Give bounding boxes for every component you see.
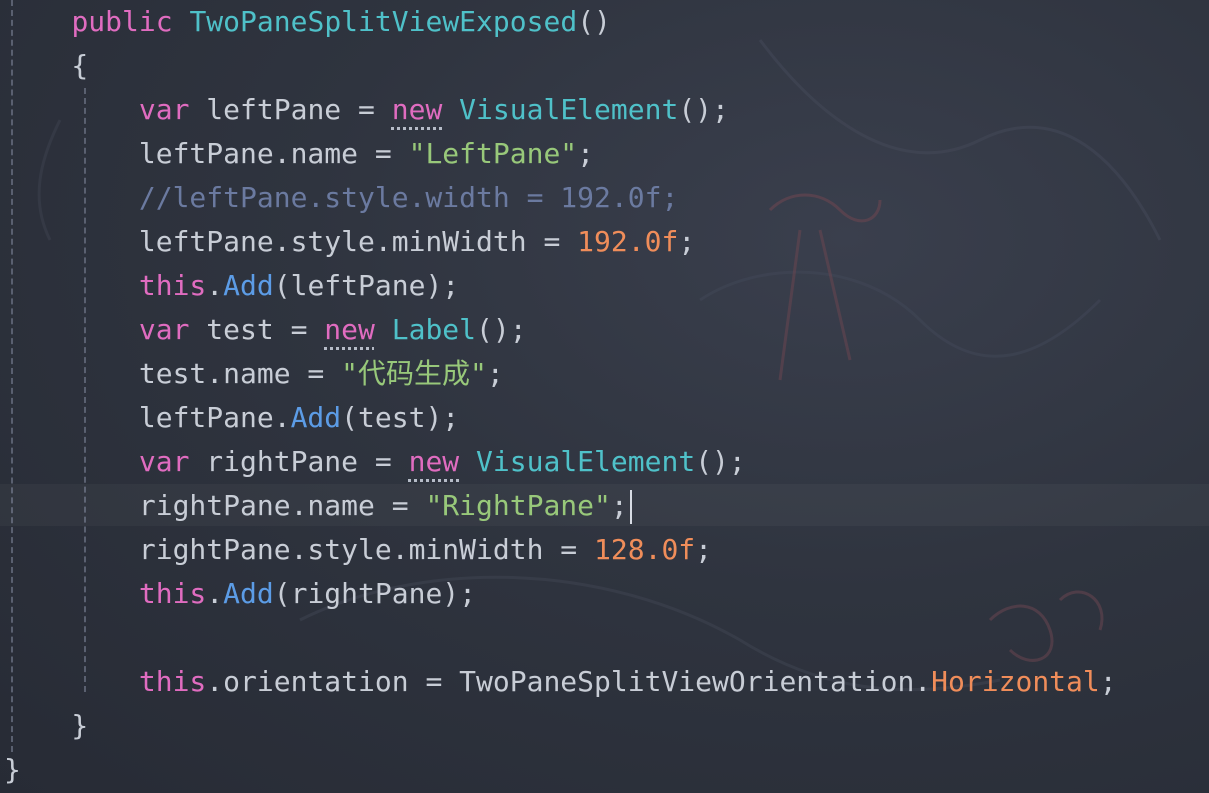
code-token: (rightPane); [273,577,477,610]
code-editor[interactable]: public TwoPaneSplitViewExposed() { var l… [0,0,1209,793]
code-comment: //leftPane.style.width = 192.0f; [4,181,679,214]
code-token: leftPane = [189,93,392,126]
code-token: public [71,5,173,38]
code-line[interactable]: leftPane.style.minWidth = 192.0f; [4,220,695,264]
code-token: ; [1099,665,1117,698]
code-token: leftPane.style.minWidth = [4,225,578,258]
code-token: 128.0f [594,533,696,566]
code-token: VisualElement [476,445,696,478]
code-token: rightPane.name = [4,489,426,522]
code-token: rightPane = [189,445,409,478]
code-token: test.name = [4,357,342,390]
code-token: VisualElement [459,93,679,126]
code-line[interactable]: var leftPane = new VisualElement(); [4,88,729,132]
text-caret [629,490,632,524]
code-token: test = [189,313,325,346]
code-line[interactable]: this.Add(rightPane); [4,572,476,616]
code-line[interactable]: rightPane.style.minWidth = 128.0f; [4,528,712,572]
code-token: this [138,269,207,302]
code-token: ; [486,357,504,390]
code-token: rightPane.style.minWidth = [4,533,595,566]
code-line[interactable]: this.orientation = TwoPaneSplitViewOrien… [4,660,1117,704]
code-token: leftPane. [4,401,291,434]
code-line[interactable]: leftPane.Add(test); [4,396,459,440]
code-token: ; [695,533,713,566]
code-token: Horizontal [931,665,1100,698]
code-line[interactable]: var test = new Label(); [4,308,527,352]
code-token: } [4,709,89,742]
code-token: . [206,577,224,610]
code-token: (test); [341,401,460,434]
code-token: 192.0f [577,225,679,258]
code-line[interactable]: //leftPane.style.width = 192.0f; [4,176,678,220]
code-token: this [138,665,207,698]
code-token: .orientation = TwoPaneSplitViewOrientati… [206,665,932,698]
code-token: { [4,49,89,82]
code-line[interactable]: rightPane.name = "RightPane"; [4,484,632,528]
code-token: (leftPane); [273,269,460,302]
code-token: "RightPane" [425,489,611,522]
code-token: var [138,445,190,478]
code-token: (); [476,313,527,346]
code-line[interactable]: { [4,44,88,88]
code-token: . [273,137,291,170]
code-line[interactable]: } [4,704,88,748]
code-token: var [138,313,190,346]
code-token: } [4,753,21,786]
code-line[interactable]: this.Add(leftPane); [4,264,459,308]
code-token: (); [678,93,729,126]
code-token: Label [391,313,477,346]
code-token: = [358,137,409,170]
code-token: new [324,313,375,346]
code-token: . [206,269,224,302]
code-token: name [290,137,359,170]
code-token: (); [695,445,746,478]
code-token: new [391,93,443,126]
code-token: leftPane [4,137,274,170]
code-token: var [138,93,190,126]
code-line[interactable]: var rightPane = new VisualElement(); [4,440,746,484]
code-token: "LeftPane" [408,137,578,170]
code-line[interactable]: public TwoPaneSplitViewExposed() [4,0,611,44]
code-line[interactable]: } [4,748,21,792]
code-token: ; [678,225,696,258]
code-token: TwoPaneSplitViewExposed [189,5,578,38]
code-token: new [408,445,460,478]
code-token: () [577,5,611,38]
code-token: this [138,577,207,610]
code-line[interactable]: test.name = "代码生成"; [4,352,504,396]
code-token: Add [290,401,342,434]
code-token: Add [223,269,274,302]
code-token: ; [577,137,595,170]
code-token: Add [223,577,274,610]
code-token: ; [610,489,628,522]
code-token: "代码生成" [341,357,487,390]
code-line[interactable]: leftPane.name = "LeftPane"; [4,132,594,176]
